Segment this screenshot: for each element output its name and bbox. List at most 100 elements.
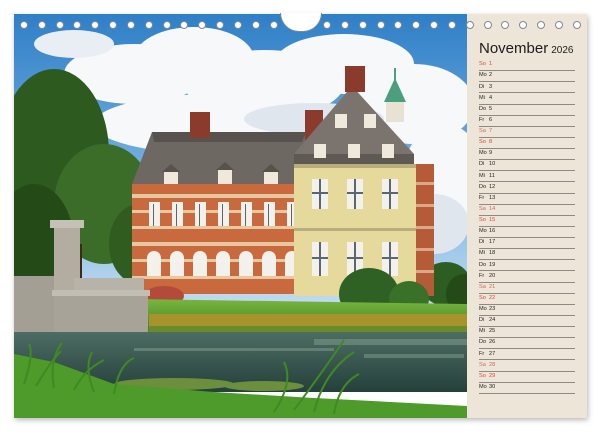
day-number: 12 — [489, 183, 496, 190]
day-abbr: Mi — [479, 94, 485, 101]
day-abbr: Sa — [479, 361, 486, 368]
day-row: Mo 2 — [479, 71, 575, 83]
day-list: So 1 Mo 2 Di 3 Mi 4 Do 5 Fr 6 Sa 7 So 8 Mo 9 Di 10 Mi 11 Do 12 F… — [479, 60, 575, 394]
day-row: Mo 23 — [479, 305, 575, 316]
binding-ring-icon — [251, 21, 260, 29]
day-abbr: Di — [479, 83, 485, 90]
binding-ring-icon — [269, 21, 278, 29]
day-number: 3 — [489, 83, 493, 90]
binding-ring-icon — [162, 21, 171, 29]
castle-photo — [14, 14, 467, 418]
day-row: Do 26 — [479, 338, 575, 350]
day-row: Do 12 — [479, 182, 575, 194]
day-number: 26 — [489, 339, 496, 346]
day-number: 25 — [489, 328, 496, 335]
day-row: Mi 25 — [479, 327, 575, 339]
day-row: Sa 21 — [479, 283, 575, 294]
day-row: Fr 27 — [479, 349, 575, 361]
calendar-day-panel: November 2026 So 1 Mo 2 Di 3 Mi 4 Do 5 Fr 6 Sa 7 So 8 Mo 9… — [467, 14, 587, 418]
moated-castle-icon — [14, 14, 467, 418]
day-row: Di 3 — [479, 82, 575, 94]
day-number: 23 — [489, 306, 496, 313]
day-abbr: So — [479, 294, 486, 301]
day-number: 1 — [489, 61, 493, 68]
day-abbr: Mo — [479, 228, 487, 235]
day-abbr: Sa — [479, 283, 486, 290]
day-abbr: Mo — [479, 72, 487, 79]
binding-ring-icon — [358, 21, 367, 29]
month-name: November — [479, 40, 549, 57]
day-row: So 29 — [479, 372, 575, 383]
binding-ring-icon — [537, 21, 546, 29]
day-number: 22 — [489, 294, 496, 301]
day-number: 17 — [489, 239, 496, 246]
day-abbr: Mo — [479, 150, 487, 157]
day-row: Do 5 — [479, 105, 575, 116]
binding-ring-icon — [20, 21, 28, 29]
day-abbr: Do — [479, 261, 487, 268]
day-row: Mo 16 — [479, 227, 575, 238]
binding-ring-icon — [55, 21, 64, 29]
day-row: Do 19 — [479, 260, 575, 272]
day-abbr: Fr — [479, 194, 485, 201]
day-number: 21 — [489, 283, 496, 290]
day-row: Di 24 — [479, 316, 575, 327]
day-number: 9 — [489, 150, 493, 157]
day-abbr: Di — [479, 317, 485, 324]
day-abbr: Di — [479, 161, 485, 168]
day-row: Mo 30 — [479, 383, 575, 394]
binding-ring-icon — [376, 21, 385, 29]
day-abbr: Fr — [479, 350, 485, 357]
day-abbr: Fr — [479, 272, 485, 279]
day-abbr: Mi — [479, 328, 485, 335]
binding-ring-icon — [109, 21, 118, 29]
day-abbr: Do — [479, 339, 487, 346]
day-abbr: Fr — [479, 116, 485, 123]
day-abbr: So — [479, 217, 486, 224]
binding-ring-icon — [216, 21, 225, 29]
day-row: Mi 11 — [479, 171, 575, 183]
day-number: 4 — [489, 94, 493, 101]
day-row: Sa 14 — [479, 205, 575, 216]
binding-ring-icon — [91, 21, 100, 29]
day-row: Mi 4 — [479, 93, 575, 105]
binding-ring-icon — [198, 21, 207, 29]
binding-ring-icon — [519, 21, 528, 29]
day-abbr: Sa — [479, 205, 486, 212]
day-abbr: Do — [479, 105, 487, 112]
day-row: Mo 9 — [479, 149, 575, 161]
day-row: Mi 18 — [479, 249, 575, 261]
binding-ring-icon — [323, 21, 332, 29]
day-number: 2 — [489, 72, 493, 79]
day-number: 19 — [489, 261, 496, 268]
day-abbr: Do — [479, 183, 487, 190]
day-row: Fr 13 — [479, 194, 575, 205]
day-number: 27 — [489, 350, 496, 357]
binding-ring-icon — [430, 21, 439, 29]
day-number: 16 — [489, 228, 496, 235]
binding-ring-icon — [144, 21, 153, 29]
binding-ring-icon — [180, 21, 189, 29]
day-row: So 8 — [479, 138, 575, 149]
day-number: 6 — [489, 116, 493, 123]
day-number: 24 — [489, 317, 496, 324]
binding-ring-icon — [37, 21, 46, 29]
day-number: 29 — [489, 372, 496, 379]
day-abbr: Di — [479, 239, 485, 246]
binding-ring-icon — [412, 21, 421, 29]
day-row: So 1 — [479, 60, 575, 72]
day-abbr: So — [479, 61, 486, 68]
binding-ring-icon — [340, 21, 349, 29]
day-number: 5 — [489, 105, 493, 112]
day-row: Di 17 — [479, 238, 575, 250]
binding-ring-icon — [394, 21, 403, 29]
day-abbr: Mo — [479, 306, 487, 313]
binding-ring-icon — [572, 21, 581, 29]
day-row: So 22 — [479, 294, 575, 305]
day-abbr: Sa — [479, 128, 486, 135]
binding-ring-icon — [447, 21, 456, 29]
month-year: 2026 — [551, 45, 574, 56]
day-number: 8 — [489, 139, 493, 146]
day-row: Fr 20 — [479, 271, 575, 283]
day-row: Sa 7 — [479, 127, 575, 138]
